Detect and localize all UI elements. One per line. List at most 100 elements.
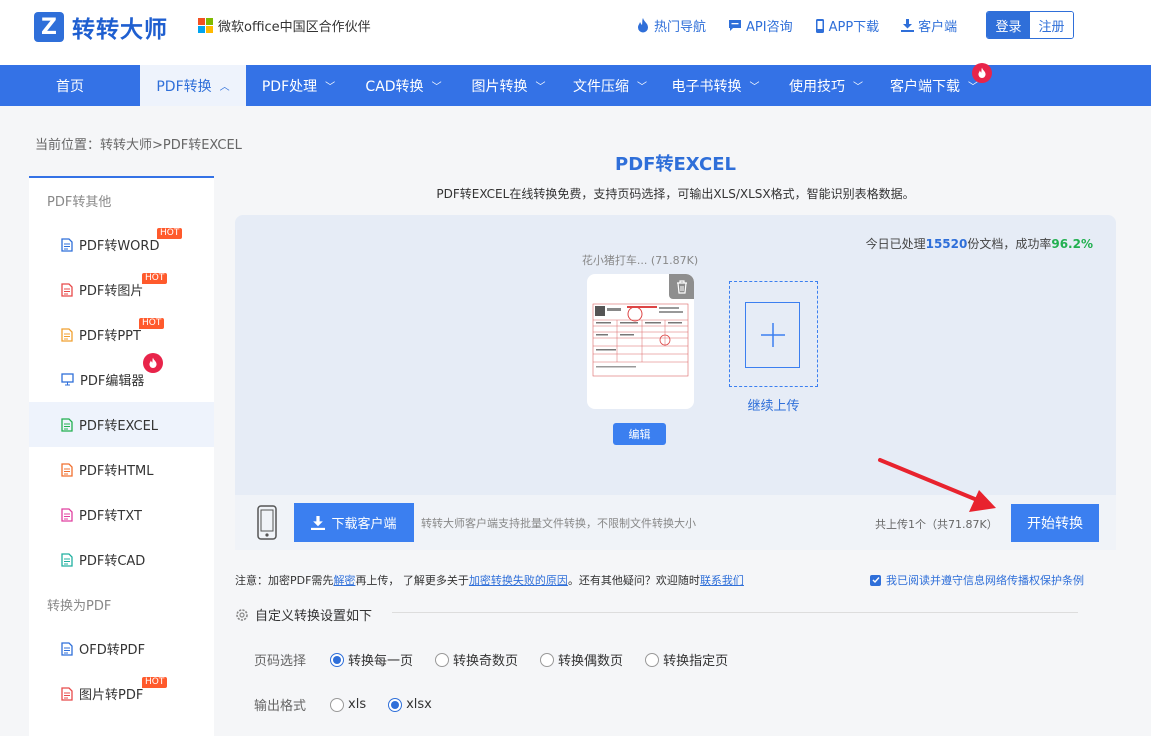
file-icon — [61, 686, 73, 701]
file-icon — [61, 641, 73, 656]
sidebar-item-label: PDF转TXT — [79, 509, 142, 524]
download-note: 转转大师客户端支持批量文件转换，不限制文件转换大小 — [421, 517, 696, 530]
chat-icon — [728, 19, 742, 32]
agree-checkbox[interactable] — [870, 574, 881, 586]
encrypt-fail-reason-link[interactable]: 加密转换失败的原因 — [469, 574, 568, 587]
radio-label: 转换奇数页 — [453, 654, 519, 669]
radio-button[interactable] — [435, 652, 450, 667]
radio-button[interactable] — [540, 652, 555, 667]
nav-label: CAD转换 — [365, 78, 424, 95]
radio-button[interactable] — [330, 697, 345, 712]
file-icon — [61, 327, 73, 342]
nav-tips[interactable]: 使用技巧 ﹀ — [772, 65, 880, 106]
radio-odd-pages[interactable]: 转换奇数页 — [435, 650, 518, 669]
sidebar-item-label: PDF转PPT — [79, 329, 141, 344]
start-convert-button[interactable]: 开始转换 — [1011, 504, 1099, 542]
radio-specified-pages[interactable]: 转换指定页 — [645, 650, 728, 669]
stats-rate: 96.2% — [1051, 237, 1093, 251]
sidebar-item-pdf-to-txt[interactable]: PDF转TXT — [29, 492, 214, 537]
radio-label: 转换每一页 — [348, 654, 414, 669]
chevron-down-icon: ﹀ — [431, 82, 442, 93]
nav-label: 文件压缩 — [573, 78, 629, 95]
notice-text: 注意：加密PDF需先解密再上传， 了解更多关于加密转换失败的原因。还有其他疑问？… — [235, 572, 744, 588]
sidebar-item-pdf-to-html[interactable]: PDF转HTML — [29, 447, 214, 492]
delete-file-button[interactable] — [669, 274, 694, 299]
nav-pdf-convert[interactable]: PDF转换 ︿ — [140, 65, 246, 106]
partner-info: 微软office中国区合作伙伴 — [198, 16, 371, 35]
sidebar-item-pdf-to-cad[interactable]: PDF转CAD — [29, 537, 214, 582]
sidebar-item-pdf-to-image[interactable]: PDF转图片 HOT — [29, 267, 214, 312]
stats-line: 今日已处理15520份文档，成功率96.2% — [866, 235, 1093, 252]
contact-us-link[interactable]: 联系我们 — [700, 574, 744, 587]
logo-text: 转转大师 — [72, 17, 168, 43]
nav-client-download[interactable]: 客户端下载 ﹀ — [880, 63, 992, 106]
login-button[interactable]: 登录 — [987, 12, 1030, 38]
decrypt-link[interactable]: 解密 — [333, 574, 355, 587]
fire-icon — [636, 18, 650, 33]
nav-image-convert[interactable]: 图片转换 ﹀ — [456, 65, 561, 106]
top-link-client[interactable]: 客户端 — [901, 16, 957, 35]
hot-badge: HOT — [139, 318, 165, 329]
continue-upload-label[interactable]: 继续上传 — [729, 395, 818, 414]
sidebar-item-pdf-to-word[interactable]: PDF转WORD HOT — [29, 222, 214, 267]
logo[interactable]: Z 转转大师 — [34, 10, 168, 44]
chevron-up-icon: ︿ — [219, 82, 230, 93]
top-link-api[interactable]: API咨询 — [728, 16, 793, 35]
agreement: 我已阅读并遵守信息网络传播权保护条例 — [870, 572, 1084, 588]
sidebar-item-ofd-to-pdf[interactable]: OFD转PDF — [29, 626, 214, 671]
nav-pdf-process[interactable]: PDF处理 ﹀ — [246, 65, 351, 106]
top-link-app[interactable]: APP下载 — [815, 16, 879, 35]
radio-xlsx[interactable]: xlsx — [388, 697, 432, 712]
notice-part: 再上传， 了解更多关于 — [355, 574, 469, 587]
sidebar-item-pdf-editor[interactable]: PDF编辑器 — [29, 353, 214, 402]
plus-icon — [745, 302, 800, 368]
radio-even-pages[interactable]: 转换偶数页 — [540, 650, 623, 669]
sidebar-item-pdf-to-excel[interactable]: PDF转EXCEL — [29, 402, 214, 447]
trash-icon — [676, 279, 687, 294]
sidebar-item-pdf-to-ppt[interactable]: PDF转PPT HOT — [29, 312, 214, 357]
download-icon — [901, 19, 915, 32]
top-link-hot-nav[interactable]: 热门导航 — [636, 16, 706, 35]
divider — [392, 612, 1078, 613]
main-nav: 首页 PDF转换 ︿ PDF处理 ﹀ CAD转换 ﹀ 图片转换 ﹀ 文件压缩 ﹀ 电子书转… — [0, 63, 1151, 106]
radio-label: xlsx — [406, 697, 432, 712]
register-button[interactable]: 注册 — [1030, 12, 1073, 38]
radio-xls[interactable]: xls — [330, 697, 366, 712]
file-icon — [61, 462, 73, 477]
phone-icon — [815, 18, 825, 33]
notice-part: 注意：加密PDF需先 — [235, 574, 334, 587]
nav-label: PDF处理 — [261, 78, 318, 95]
microsoft-icon — [198, 18, 213, 33]
nav-label: 首页 — [56, 78, 84, 95]
notice-part: 。还有其他疑问？欢迎随时 — [567, 574, 700, 587]
agreement-label[interactable]: 我已阅读并遵守信息网络传播权保护条例 — [886, 572, 1084, 588]
sidebar-item-label: OFD转PDF — [79, 643, 146, 658]
monitor-icon — [61, 373, 74, 386]
settings-header: 自定义转换设置如下 — [235, 605, 372, 624]
stats-count: 15520 — [925, 237, 968, 251]
top-links: 热门导航 API咨询 APP下载 客户端 — [636, 16, 979, 35]
file-thumbnail[interactable] — [587, 274, 694, 409]
arrow-pointer-icon — [878, 458, 996, 512]
hot-badge: HOT — [142, 677, 168, 688]
logo-mark: Z — [34, 12, 64, 42]
nav-cad-convert[interactable]: CAD转换 ﹀ — [351, 65, 456, 106]
hot-badge: HOT — [142, 273, 168, 284]
continue-upload-button[interactable] — [729, 281, 818, 387]
edit-file-button[interactable]: 编辑 — [613, 423, 666, 445]
sidebar-item-image-to-pdf[interactable]: 图片转PDF HOT — [29, 671, 214, 716]
hot-badge: HOT — [157, 228, 183, 239]
radio-every-page[interactable]: 转换每一页 — [330, 650, 413, 669]
radio-button[interactable] — [330, 652, 345, 667]
radio-button[interactable] — [645, 652, 660, 667]
download-client-label: 下载客户端 — [331, 517, 397, 532]
radio-button[interactable] — [388, 697, 403, 712]
download-client-button[interactable]: 下载客户端 — [294, 503, 414, 542]
nav-compress[interactable]: 文件压缩 ﹀ — [561, 65, 659, 106]
top-bar: Z 转转大师 微软office中国区合作伙伴 热门导航 API咨询 APP下载 … — [0, 0, 1151, 65]
sidebar-item-label: PDF转WORD — [79, 239, 160, 254]
sidebar-category: PDF转其他 — [47, 194, 112, 210]
phone-icon — [257, 505, 277, 540]
nav-home[interactable]: 首页 — [0, 65, 140, 106]
nav-ebook-convert[interactable]: 电子书转换 ﹀ — [659, 65, 772, 106]
